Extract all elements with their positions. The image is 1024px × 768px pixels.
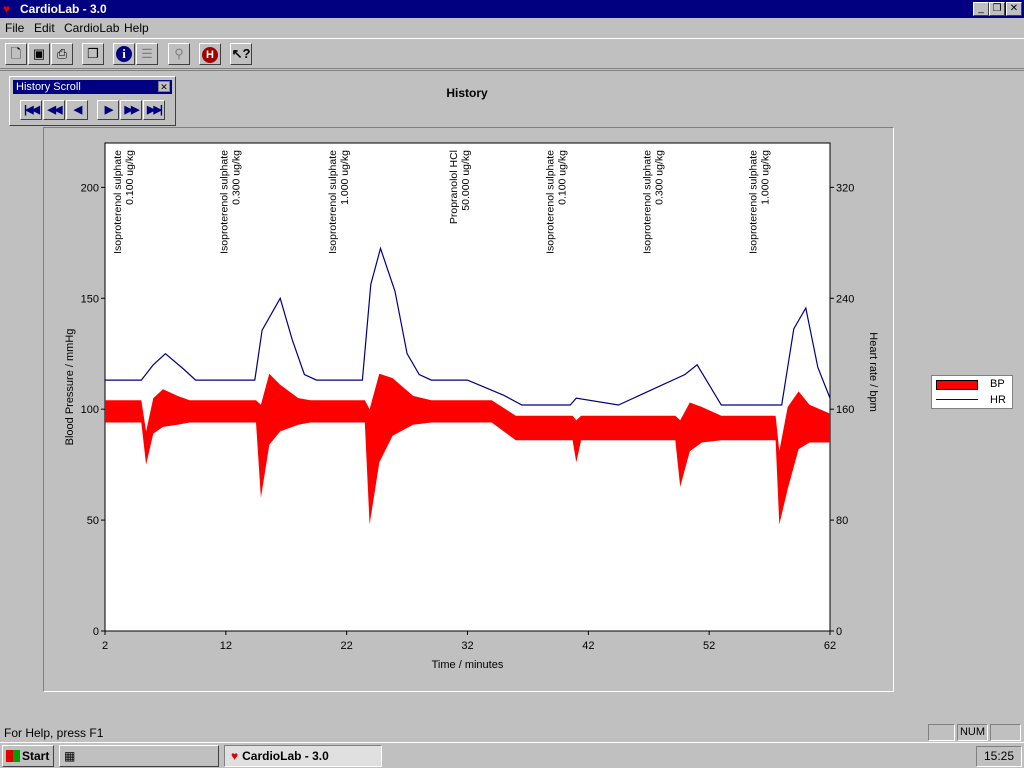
y-left-tick-label: 200: [81, 182, 99, 194]
drug-annotation: Isoproterenol sulphate: [218, 150, 230, 254]
status-help-text: For Help, press F1: [4, 726, 104, 740]
x-axis-label: Time / minutes: [432, 659, 504, 671]
status-caps-panel: [928, 724, 955, 741]
drug-annotation: Propranolol HCl: [448, 150, 460, 224]
legend-bp-label: BP: [990, 378, 1005, 390]
taskbar-item-cardiolab[interactable]: ♥ CardioLab - 3.0: [224, 745, 382, 767]
taskbar-clock: 15:25: [976, 746, 1022, 767]
last-button[interactable]: ▶▶|: [143, 100, 165, 120]
status-scroll-panel: [990, 724, 1021, 741]
history-scroll-title: History Scroll: [16, 81, 81, 93]
x-tick-label: 52: [703, 640, 715, 652]
x-tick-label: 32: [461, 640, 473, 652]
fast-back-button[interactable]: ◀◀: [43, 100, 65, 120]
taskbar-item-quicklaunch[interactable]: ▦: [59, 745, 219, 767]
heart-icon: ♥: [231, 749, 239, 763]
legend-bp-swatch: [936, 380, 978, 390]
x-tick-label: 2: [102, 640, 108, 652]
forward-button[interactable]: ▶: [97, 100, 119, 120]
drug-annotation: 0.100 ug/kg: [124, 150, 136, 205]
fast-forward-button[interactable]: ▶▶: [120, 100, 142, 120]
drug-annotation: 0.100 ug/kg: [557, 150, 569, 205]
start-button[interactable]: Start: [2, 745, 54, 767]
y-left-axis-label: Blood Pressure / mmHg: [64, 329, 76, 446]
y-right-tick-label: 80: [836, 515, 848, 527]
history-scroll-titlebar[interactable]: History Scroll ✕: [13, 80, 172, 94]
y-left-tick-label: 150: [81, 293, 99, 305]
history-scroll-close-icon[interactable]: ✕: [158, 81, 170, 92]
y-right-tick-label: 320: [836, 182, 854, 194]
legend-hr-label: HR: [990, 394, 1006, 406]
quicklaunch-icon: ▦: [64, 749, 76, 763]
drug-annotation: 1.000 ug/kg: [760, 150, 772, 205]
drug-annotation: Isoproterenol sulphate: [112, 150, 124, 254]
x-tick-label: 62: [824, 640, 836, 652]
y-right-tick-label: 0: [836, 626, 842, 638]
x-tick-label: 22: [341, 640, 353, 652]
drug-annotation: Isoproterenol sulphate: [545, 150, 557, 254]
y-right-tick-label: 160: [836, 404, 854, 416]
drug-annotation: 0.300 ug/kg: [230, 150, 242, 205]
drug-annotation: 0.300 ug/kg: [653, 150, 665, 205]
y-left-tick-label: 50: [87, 515, 99, 527]
x-tick-label: 42: [582, 640, 594, 652]
plot-area: [104, 142, 831, 632]
legend-hr-swatch: [936, 399, 978, 400]
windows-logo-icon: [6, 750, 20, 762]
status-num-panel: NUM: [957, 724, 988, 741]
y-right-axis-label: Heart rate / bpm: [867, 332, 879, 411]
first-button[interactable]: |◀◀: [20, 100, 42, 120]
y-left-tick-label: 100: [81, 404, 99, 416]
history-scroll-panel: History Scroll ✕ |◀◀ ◀◀ ◀ ▶ ▶▶ ▶▶|: [9, 76, 176, 126]
back-button[interactable]: ◀: [66, 100, 88, 120]
drug-annotation: 50.000 ug/kg: [460, 150, 472, 211]
chart-legend: BP HR: [931, 375, 1013, 409]
drug-annotation: Isoproterenol sulphate: [748, 150, 760, 254]
y-right-tick-label: 240: [836, 293, 854, 305]
y-left-tick-label: 0: [93, 626, 99, 638]
drug-annotation: Isoproterenol sulphate: [641, 150, 653, 254]
status-bar: For Help, press F1 NUM: [0, 722, 1024, 742]
drug-annotation: 1.000 ug/kg: [339, 150, 351, 205]
x-tick-label: 12: [220, 640, 232, 652]
taskbar: Start ▦ ♥ CardioLab - 3.0 15:25: [0, 742, 1024, 768]
drug-annotation: Isoproterenol sulphate: [327, 150, 339, 254]
